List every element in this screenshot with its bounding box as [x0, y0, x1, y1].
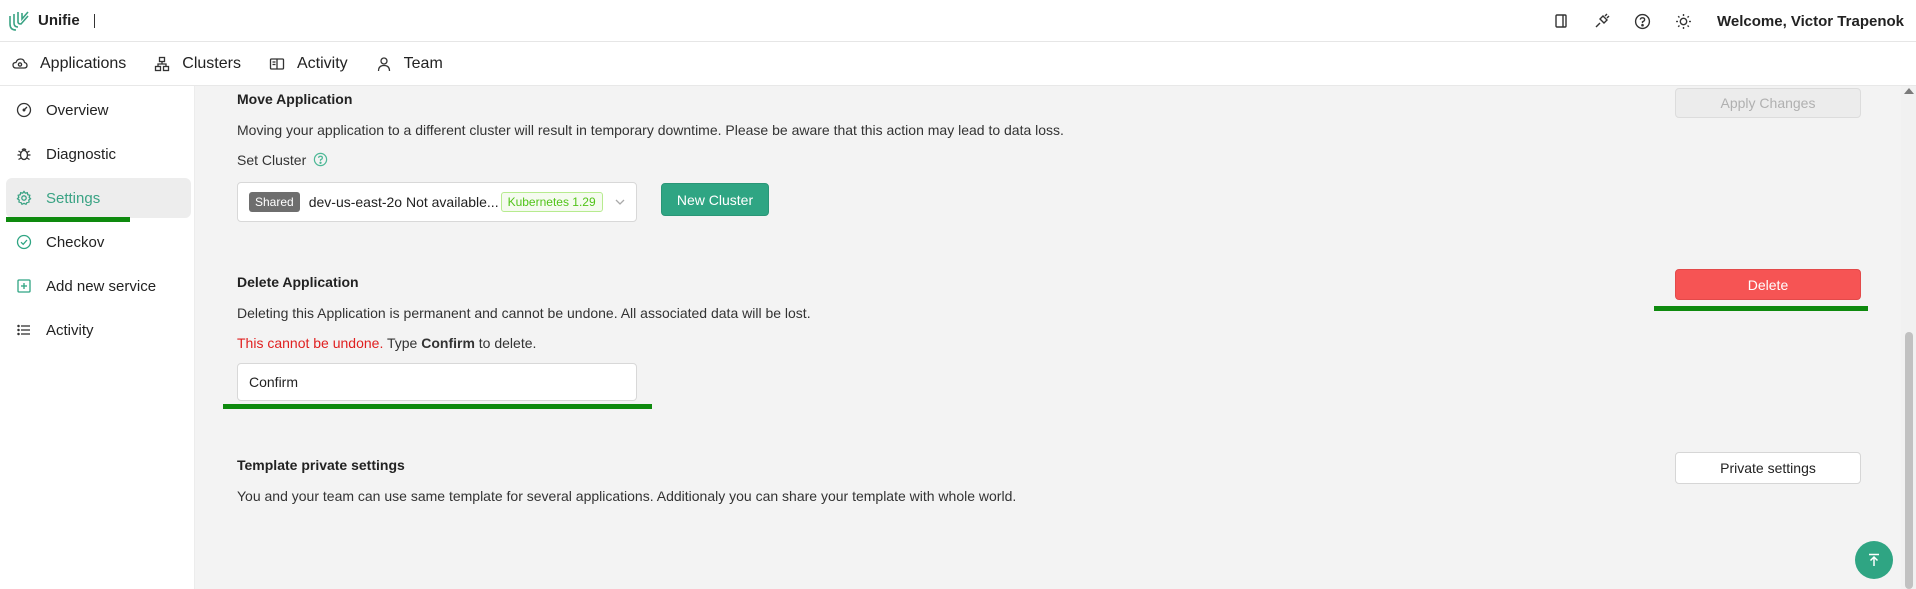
sidebar-item-settings[interactable]: Settings: [6, 178, 191, 218]
sidebar-item-add-new-service[interactable]: Add new service: [6, 266, 191, 306]
sidebar-item-checkov[interactable]: Checkov: [6, 222, 191, 262]
logo[interactable]: Unifie: [8, 10, 95, 32]
delete-warning-post: to delete.: [478, 335, 537, 351]
delete-application-title: Delete Application: [237, 274, 359, 290]
confirm-input[interactable]: Confirm: [237, 363, 637, 401]
list-icon: [16, 322, 32, 338]
sidebar-item-activity[interactable]: Activity: [6, 310, 191, 350]
header-actions: Welcome, Victor Trapenok: [1551, 0, 1904, 42]
delete-warning: This cannot be undone. Type Confirm to d…: [237, 335, 536, 351]
sidebar-item-add-new-service-label: Add new service: [46, 277, 157, 295]
help-circle-icon[interactable]: [1633, 11, 1653, 31]
confirm-input-value: Confirm: [249, 374, 299, 390]
template-private-settings-title: Template private settings: [237, 457, 405, 473]
unifie-logo-icon: [8, 10, 30, 32]
dashboard-icon: [16, 102, 32, 118]
gear-icon: [16, 190, 32, 206]
sidebar: Overview Diagnostic Settings Checkov Add…: [0, 86, 195, 589]
settings-highlight-underline: [6, 217, 130, 222]
nav-team[interactable]: Team: [376, 55, 443, 73]
delete-application-description: Deleting this Application is permanent a…: [237, 305, 811, 321]
delete-warning-red: This cannot be undone.: [237, 335, 384, 351]
scroll-up-arrow-icon[interactable]: [1904, 88, 1914, 94]
cloud-icon: [12, 56, 28, 72]
sidebar-item-settings-label: Settings: [46, 189, 101, 207]
plus-square-icon: [16, 278, 32, 294]
confirm-input-highlight-underline: [223, 404, 652, 409]
sidebar-item-checkov-label: Checkov: [46, 233, 105, 251]
nav-team-label: Team: [403, 54, 443, 72]
top-header: Unifie Welcome, Victor Trapenok: [0, 0, 1916, 42]
bug-icon: [16, 146, 32, 162]
nav-activity-label: Activity: [296, 54, 348, 72]
scrollbar-thumb[interactable]: [1905, 332, 1913, 589]
sidebar-item-activity-label: Activity: [46, 321, 94, 339]
cluster-icon: [154, 56, 170, 72]
chevron-down-icon: [614, 196, 626, 208]
shared-tag: Shared: [249, 192, 300, 212]
template-private-settings-description: You and your team can use same template …: [237, 488, 1017, 504]
move-application-description: Moving your application to a different c…: [237, 122, 1064, 138]
sidebar-item-diagnostic-label: Diagnostic: [46, 145, 117, 163]
nav-applications-label: Applications: [40, 54, 127, 72]
check-circle-icon: [16, 234, 32, 250]
nav-applications[interactable]: Applications: [12, 55, 126, 73]
new-cluster-button[interactable]: New Cluster: [661, 183, 769, 216]
welcome-user[interactable]: Welcome, Victor Trapenok: [1717, 13, 1904, 30]
sun-icon[interactable]: [1674, 11, 1694, 31]
delete-button-highlight-underline: [1654, 306, 1868, 311]
help-circle-icon[interactable]: [313, 152, 328, 167]
main-nav: Applications Clusters Activity Team: [0, 42, 1916, 86]
sidebar-item-diagnostic[interactable]: Diagnostic: [6, 134, 191, 174]
brand-divider: [93, 13, 95, 28]
cluster-name: dev-us-east-2o Not available...: [308, 194, 499, 210]
sidebar-item-overview-label: Overview: [46, 101, 109, 119]
user-icon: [376, 56, 392, 72]
back-to-top-button[interactable]: [1855, 541, 1893, 579]
delete-warning-word: Confirm: [421, 335, 475, 351]
sidebar-item-overview[interactable]: Overview: [6, 90, 191, 130]
nav-activity[interactable]: Activity: [269, 55, 348, 73]
private-settings-button[interactable]: Private settings: [1675, 452, 1861, 484]
nav-clusters-label: Clusters: [182, 54, 241, 72]
arrow-up-to-line-icon: [1866, 552, 1882, 568]
book-icon[interactable]: [1551, 11, 1571, 31]
delete-button[interactable]: Delete: [1675, 269, 1861, 300]
nav-clusters[interactable]: Clusters: [154, 55, 241, 73]
apply-changes-button[interactable]: Apply Changes: [1675, 88, 1861, 118]
move-application-title: Move Application: [237, 91, 353, 107]
delete-warning-pre: Type: [386, 335, 418, 351]
plug-icon[interactable]: [1592, 11, 1612, 31]
set-cluster-label: Set Cluster: [237, 152, 307, 168]
kubernetes-version-tag: Kubernetes 1.29: [500, 192, 603, 212]
cluster-select[interactable]: Shared dev-us-east-2o Not available... K…: [237, 182, 637, 222]
brand-name: Unifie: [38, 12, 80, 29]
book-open-icon: [269, 56, 285, 72]
